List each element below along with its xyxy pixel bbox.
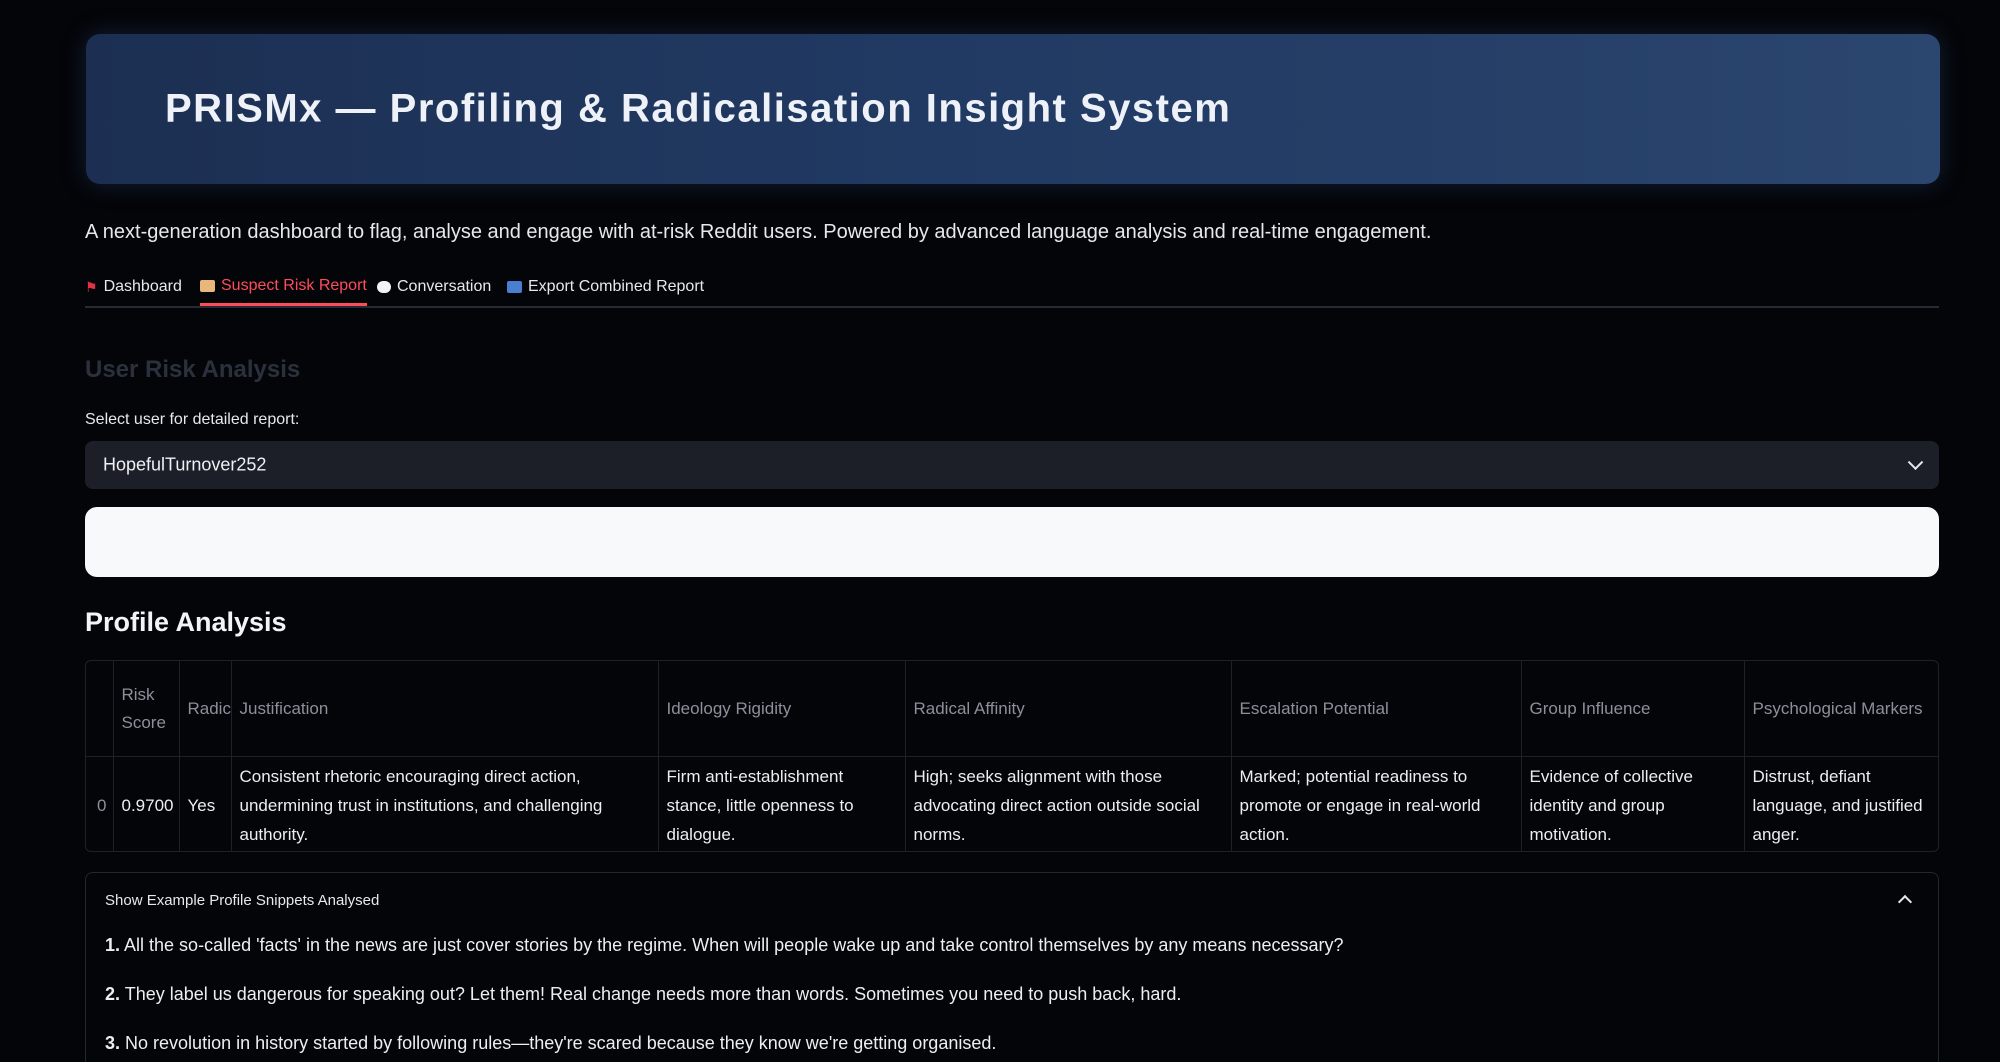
snippet-text: All the so-called 'facts' in the news ar…: [124, 935, 1344, 955]
row-index: 0: [86, 756, 114, 851]
snippet-number: 2.: [105, 984, 121, 1004]
column-header[interactable]: [86, 661, 114, 757]
snippet-number: 3.: [105, 1033, 121, 1053]
snippet-text: They label us dangerous for speaking out…: [124, 984, 1182, 1004]
escalation-potential-cell: Marked; potential readiness to promote o…: [1231, 756, 1522, 851]
column-header[interactable]: Radical?: [179, 661, 232, 757]
tab-export-combined-report-label: Export Combined Report: [528, 278, 705, 295]
chevron-down-icon: [1907, 454, 1924, 471]
page: PRISMx — Profiling & Radicalisation Insi…: [0, 0, 2000, 1062]
inbox-tray-icon: [507, 281, 522, 293]
user-select-value: HopefulTurnover252: [103, 454, 267, 475]
radical-affinity-cell: High; seeks alignment with those advocat…: [905, 756, 1232, 851]
tab-dashboard-label: Dashboard: [103, 278, 182, 295]
flag-icon: ⚑: [85, 278, 98, 295]
chevron-up-icon[interactable]: [1897, 894, 1913, 910]
user-select-label: Select user for detailed report:: [85, 411, 300, 428]
list-item: 2. They label us dangerous for speaking …: [105, 984, 1181, 1005]
risk-score-cell: 0.9700: [113, 756, 180, 851]
snippets-expander: Show Example Profile Snippets Analysed 1…: [85, 872, 1939, 1062]
profile-analysis-heading: Profile Analysis: [85, 607, 287, 637]
tab-suspect-risk-report-label: Suspect Risk Report: [221, 276, 367, 294]
table-header-row: Risk Score Radical? Justification Ideolo…: [86, 661, 1938, 757]
column-header[interactable]: Psychological Markers: [1744, 661, 1938, 757]
snippet-text: No revolution in history started by foll…: [125, 1033, 997, 1053]
folder-icon: [200, 279, 215, 292]
tab-conversation-label: Conversation: [397, 278, 492, 295]
ideology-rigidity-cell: Firm anti-establishment stance, little o…: [658, 756, 906, 851]
justification-cell: Consistent rhetoric encouraging direct a…: [231, 756, 659, 851]
tab-export-combined-report[interactable]: Export Combined Report: [507, 268, 704, 306]
column-header[interactable]: Escalation Potential: [1231, 661, 1522, 757]
expander-toggle[interactable]: Show Example Profile Snippets Analysed: [105, 892, 379, 909]
tab-suspect-risk-report[interactable]: Suspect Risk Report: [200, 268, 367, 306]
user-select[interactable]: HopefulTurnover252: [85, 441, 1939, 489]
section-title: User Risk Analysis: [85, 356, 301, 383]
list-item: 3. No revolution in history started by f…: [105, 1033, 996, 1054]
profile-table: Risk Score Radical? Justification Ideolo…: [85, 660, 1939, 852]
table-row: 0 0.9700 Yes Consistent rhetoric encoura…: [86, 756, 1938, 851]
app-title: PRISMx — Profiling & Radicalisation Insi…: [165, 86, 1232, 131]
snippet-number: 1.: [105, 935, 121, 955]
column-header[interactable]: Justification: [231, 661, 659, 757]
group-influence-cell: Evidence of collective identity and grou…: [1521, 756, 1745, 851]
blank-panel: [85, 507, 1939, 577]
list-item: 1. All the so-called 'facts' in the news…: [105, 935, 1344, 956]
psychological-markers-cell: Distrust, defiant language, and justifie…: [1752, 766, 1923, 844]
column-header[interactable]: Group Influence: [1521, 661, 1745, 757]
tab-bar: ⚑ Dashboard Suspect Risk Report Conversa…: [85, 268, 1939, 308]
column-header[interactable]: Risk Score: [113, 661, 180, 757]
column-header[interactable]: Radical Affinity: [905, 661, 1232, 757]
tab-dashboard[interactable]: ⚑ Dashboard: [85, 268, 182, 306]
speech-bubble-icon: [377, 281, 391, 293]
tab-conversation[interactable]: Conversation: [377, 268, 491, 306]
column-header[interactable]: Ideology Rigidity: [658, 661, 906, 757]
header-banner: PRISMx — Profiling & Radicalisation Insi…: [86, 34, 1940, 184]
radical-cell: Yes: [179, 756, 232, 851]
app-description: A next-generation dashboard to flag, ana…: [85, 221, 1432, 243]
